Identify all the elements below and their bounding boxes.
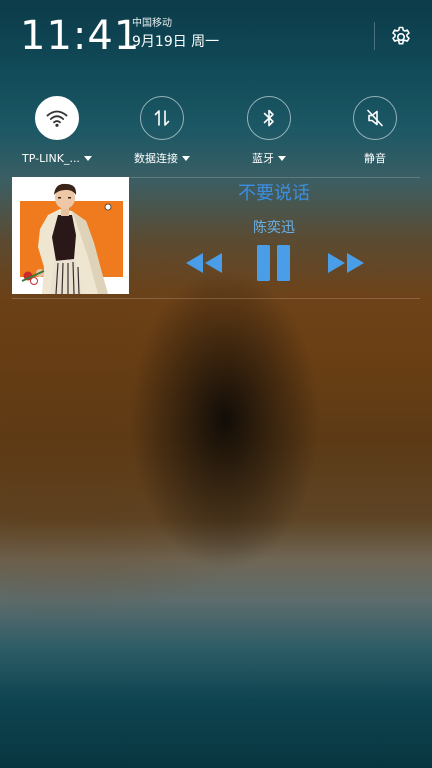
fast-forward-icon: [328, 253, 364, 273]
pause-button[interactable]: [254, 244, 294, 282]
toggle-wifi-button[interactable]: [35, 96, 79, 140]
toggle-mute[interactable]: 静音: [325, 96, 425, 168]
pause-icon: [257, 245, 290, 281]
chevron-down-icon[interactable]: [182, 155, 190, 161]
song-artist: 陈奕迅: [253, 220, 295, 236]
wifi-icon: [46, 110, 68, 127]
gear-icon: [392, 26, 410, 45]
toggle-bluetooth-label: 蓝牙: [252, 152, 274, 165]
header-divider: [374, 22, 375, 50]
clock-time: 11:41: [20, 13, 141, 59]
settings-button[interactable]: [386, 22, 416, 52]
next-track-button[interactable]: [326, 244, 366, 282]
previous-track-button[interactable]: [184, 244, 224, 282]
data-transfer-icon: [154, 110, 170, 126]
divider-bottom: [12, 298, 420, 299]
toggle-wifi-label: TP-LINK_...: [22, 151, 80, 165]
toggle-mobile-data-button[interactable]: [140, 96, 184, 140]
song-title: 不要说话: [238, 183, 310, 204]
toggle-mobile-data-label: 数据连接: [134, 152, 178, 165]
album-cover-image: [12, 177, 129, 294]
toggle-mobile-data[interactable]: 数据连接: [112, 96, 212, 168]
quick-settings-toggles: TP-LINK_... 数据连接 蓝牙 静音: [0, 96, 432, 168]
toggle-wifi[interactable]: TP-LINK_...: [7, 96, 107, 168]
carrier-name: 中国移动: [132, 18, 172, 29]
rewind-icon: [186, 253, 222, 273]
toggle-bluetooth[interactable]: 蓝牙: [219, 96, 319, 168]
bluetooth-icon: [263, 109, 274, 127]
toggle-mute-button[interactable]: [353, 96, 397, 140]
album-art[interactable]: [12, 177, 129, 294]
chevron-down-icon[interactable]: [278, 155, 286, 161]
toggle-mute-label: 静音: [364, 152, 386, 165]
chevron-down-icon[interactable]: [83, 155, 92, 161]
speaker-muted-icon: [367, 109, 383, 127]
toggle-bluetooth-button[interactable]: [247, 96, 291, 140]
date-text: 9月19日 周一: [132, 34, 220, 50]
